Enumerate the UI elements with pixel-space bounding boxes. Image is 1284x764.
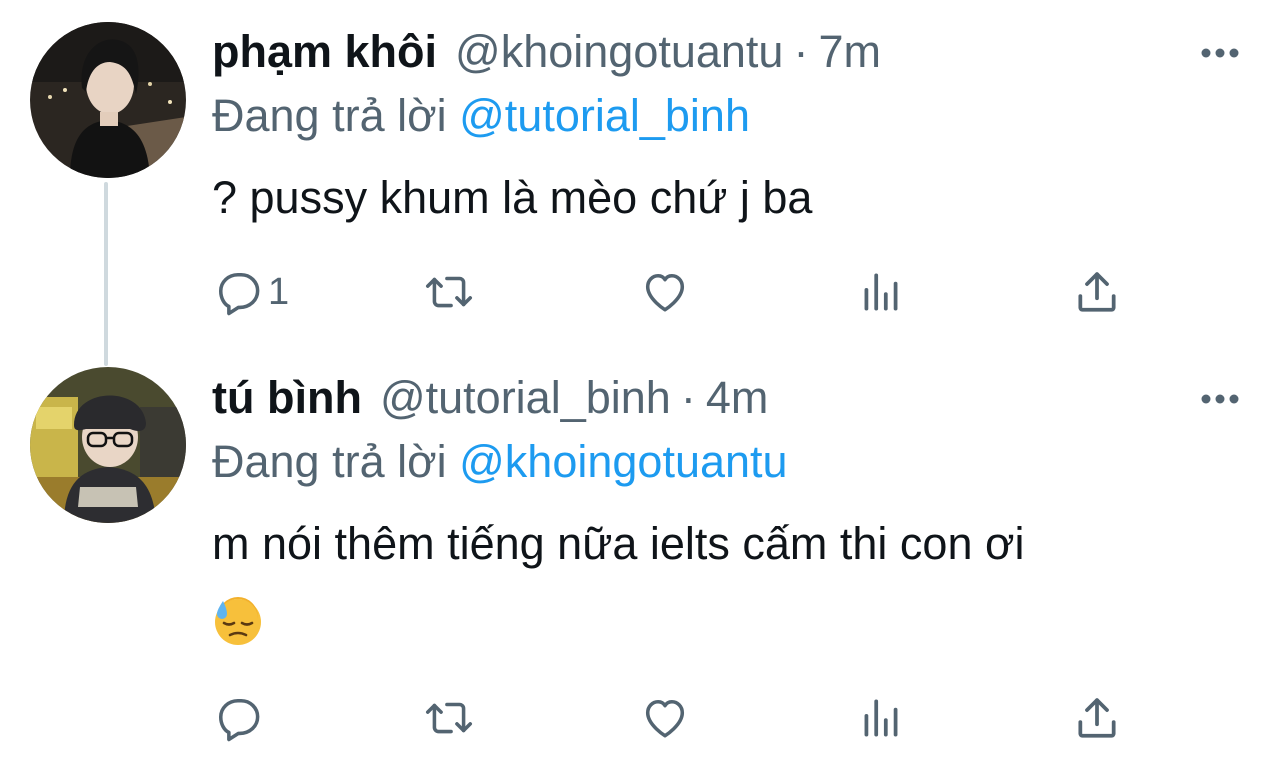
replying-to-line: Đang trả lời @khoingotuantu: [212, 436, 788, 488]
user-handle[interactable]: @tutorial_binh: [380, 372, 671, 424]
retweet-button[interactable]: [424, 264, 474, 320]
more-icon: [1201, 394, 1239, 404]
like-button[interactable]: [640, 690, 690, 746]
avatar[interactable]: [30, 367, 186, 523]
display-name[interactable]: phạm khôi: [212, 26, 437, 78]
separator-dot: ·: [793, 26, 809, 77]
separator-dot: ·: [680, 372, 696, 423]
replying-to-label: Đang trả lời: [212, 436, 447, 487]
thread-connector-line: [104, 182, 108, 366]
like-button[interactable]: [640, 264, 690, 320]
share-icon: [1078, 698, 1116, 738]
timestamp[interactable]: 7m: [818, 26, 881, 78]
reply-icon: [218, 272, 260, 316]
retweet-icon: [425, 702, 473, 734]
retweet-icon: [425, 276, 473, 308]
tweet-actions: 1: [212, 264, 1132, 320]
tweet-text: m nói thêm tiếng nữa ielts cấm thi con ơ…: [212, 518, 1025, 569]
tweet-header: phạm khôi @khoingotuantu · 7m: [212, 26, 881, 78]
more-options-button[interactable]: [1198, 43, 1242, 63]
share-button[interactable]: [1072, 264, 1122, 320]
user-handle[interactable]: @khoingotuantu: [455, 26, 783, 78]
downcast-face-with-sweat-emoji: [212, 595, 264, 647]
more-icon: [1201, 48, 1239, 58]
display-name[interactable]: tú bình: [212, 372, 362, 424]
more-options-button[interactable]: [1198, 389, 1242, 409]
timestamp[interactable]: 4m: [706, 372, 769, 424]
like-icon: [645, 699, 685, 738]
share-button[interactable]: [1072, 690, 1122, 746]
reply-mention-link[interactable]: @tutorial_binh: [459, 90, 750, 141]
analytics-button[interactable]: [856, 690, 906, 746]
tweet-text: ? pussy khum là mèo chứ j ba: [212, 172, 813, 223]
tweet-actions: [212, 690, 1132, 746]
share-icon: [1078, 272, 1116, 312]
replying-to-line: Đang trả lời @tutorial_binh: [212, 90, 750, 142]
analytics-icon: [864, 273, 898, 311]
reply-count: 1: [268, 270, 290, 313]
analytics-icon: [864, 699, 898, 737]
reply-mention-link[interactable]: @khoingotuantu: [459, 436, 787, 487]
analytics-button[interactable]: [856, 264, 906, 320]
like-icon: [645, 273, 685, 312]
retweet-button[interactable]: [424, 690, 474, 746]
reply-button[interactable]: [212, 690, 262, 746]
reply-icon: [218, 698, 260, 742]
reply-button[interactable]: 1: [212, 264, 289, 320]
tweet-header: tú bình @tutorial_binh · 4m: [212, 372, 768, 424]
replying-to-label: Đang trả lời: [212, 90, 447, 141]
avatar[interactable]: [30, 22, 186, 178]
